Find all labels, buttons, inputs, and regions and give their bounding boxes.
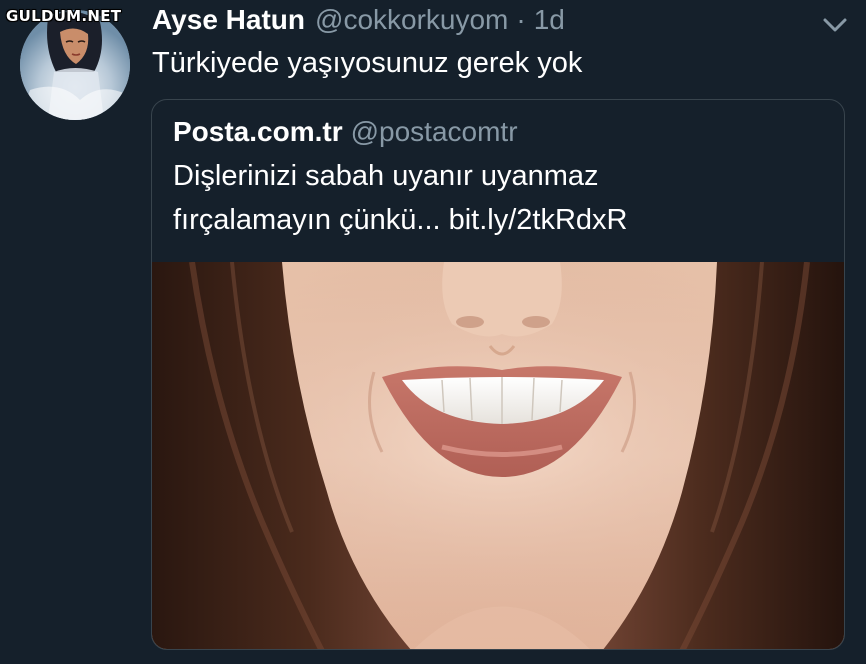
quoted-tweet-image[interactable] (152, 261, 844, 649)
quoted-author-handle: @postacomtr (350, 116, 518, 147)
smile-photo (152, 261, 844, 649)
author-handle[interactable]: @cokkorkuyom (315, 4, 508, 36)
tweet-timestamp[interactable]: 1d (534, 4, 565, 36)
quoted-tweet-text-line-2: fırçalamayın çünkü... bit.ly/2tkRdxR (173, 204, 628, 236)
chevron-down-icon[interactable] (818, 10, 852, 40)
quoted-tweet-card[interactable]: Posta.com.tr @postacomtr Dişlerinizi sab… (151, 99, 845, 650)
avatar[interactable] (20, 10, 130, 120)
quoted-tweet-header: Posta.com.tr @postacomtr (173, 116, 518, 148)
quoted-tweet-text-line-1: Dişlerinizi sabah uyanır uyanmaz (173, 160, 599, 192)
tweet-text: Türkiyede yaşıyosunuz gerek yok (152, 47, 583, 79)
quoted-author-name: Posta.com.tr (173, 116, 343, 147)
avatar-illustration (20, 10, 130, 120)
tweet-header: Ayse Hatun @cokkorkuyom · 1d (152, 4, 565, 40)
author-name[interactable]: Ayse Hatun (152, 4, 305, 36)
watermark-logo: GULDUM.NET (6, 7, 122, 25)
header-separator: · (516, 4, 526, 35)
